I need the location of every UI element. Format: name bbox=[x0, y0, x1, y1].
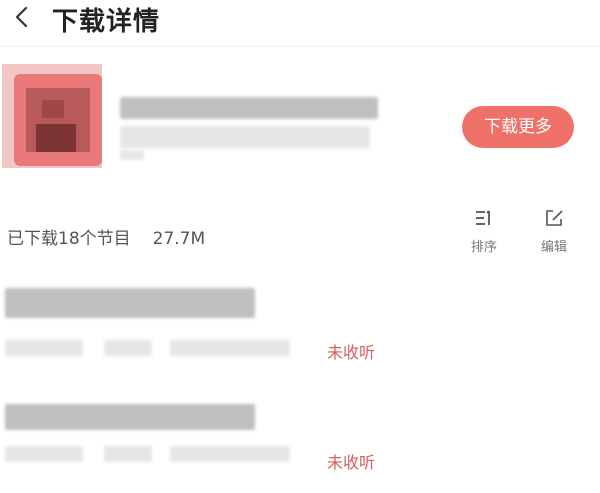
album-meta-placeholder bbox=[120, 150, 144, 160]
edit-icon bbox=[546, 210, 563, 226]
back-arrow-icon[interactable] bbox=[8, 2, 36, 32]
episode-meta-placeholder bbox=[104, 340, 152, 356]
episode-meta-placeholder bbox=[170, 446, 290, 462]
listen-status: 未收听 bbox=[327, 453, 376, 472]
episode-meta-placeholder bbox=[170, 340, 290, 356]
episode-title-placeholder bbox=[5, 288, 255, 318]
edit-label: 编辑 bbox=[540, 240, 567, 255]
sort-icon bbox=[476, 210, 490, 225]
downloaded-count: 已下载18个节目 bbox=[7, 229, 131, 249]
header-bar: 下载详情 bbox=[0, 0, 600, 47]
page-title: 下载详情 bbox=[52, 7, 161, 37]
episode-meta-placeholder bbox=[5, 340, 83, 356]
edit-button[interactable]: 编辑 bbox=[534, 208, 574, 255]
album-cover-image[interactable] bbox=[2, 64, 102, 168]
sort-label: 排序 bbox=[470, 240, 497, 255]
episode-title-placeholder bbox=[5, 404, 255, 430]
download-more-button[interactable]: 下载更多 bbox=[462, 106, 574, 148]
downloaded-size: 27.7M bbox=[152, 229, 206, 249]
album-subtitle-placeholder bbox=[120, 126, 370, 148]
download-summary: 已下载18个节目 27.7M bbox=[7, 224, 205, 249]
album-title-placeholder bbox=[120, 97, 378, 119]
sort-button[interactable]: 排序 bbox=[464, 208, 504, 255]
episode-meta-placeholder bbox=[5, 446, 83, 462]
episode-meta-placeholder bbox=[104, 446, 152, 462]
listen-status: 未收听 bbox=[327, 343, 376, 362]
